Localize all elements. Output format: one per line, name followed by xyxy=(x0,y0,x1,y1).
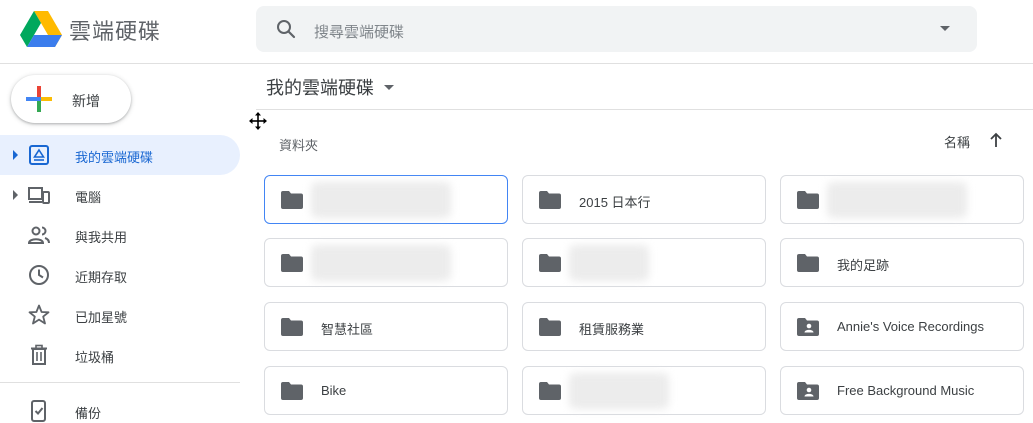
breadcrumb-chevron-down-icon[interactable] xyxy=(384,85,394,90)
folder-card[interactable] xyxy=(780,175,1024,224)
search-bar[interactable]: 搜尋雲端硬碟 xyxy=(256,6,977,52)
main-divider xyxy=(256,109,1033,110)
header-divider xyxy=(0,63,1033,64)
folder-card[interactable]: Bike xyxy=(264,366,508,415)
folder-card[interactable] xyxy=(522,366,766,415)
colored-plus-icon xyxy=(26,86,52,112)
folder-card[interactable] xyxy=(264,175,508,224)
expand-arrow-icon[interactable] xyxy=(13,190,18,200)
expand-arrow-icon[interactable] xyxy=(13,150,18,160)
computers-icon xyxy=(28,187,50,204)
backup-icon xyxy=(31,400,46,422)
sidebar-item-label: 我的雲端硬碟 xyxy=(75,150,154,165)
folder-card[interactable]: 2015 日本行 xyxy=(522,175,766,224)
move-cursor-icon xyxy=(249,112,267,130)
sort-by-name-button[interactable]: 名稱 xyxy=(944,132,970,151)
folder-icon xyxy=(539,318,561,336)
sidebar-item-label: 備份 xyxy=(75,406,102,421)
folder-card[interactable] xyxy=(522,238,766,287)
trash-icon xyxy=(31,344,47,365)
sidebar-item-backup[interactable]: 備份 xyxy=(0,391,240,423)
folder-card[interactable]: Free Background Music xyxy=(780,366,1024,415)
sidebar-item-label: 與我共用 xyxy=(75,230,128,245)
blurred-folder-name xyxy=(569,245,649,281)
sidebar-item-starred[interactable]: 已加星號 xyxy=(0,295,240,335)
sidebar-item-trash[interactable]: 垃圾桶 xyxy=(0,335,240,375)
star-icon xyxy=(28,304,50,325)
sidebar-item-label: 電腦 xyxy=(75,190,102,205)
folder-card[interactable]: 租賃服務業 xyxy=(522,302,766,351)
new-button-label: 新增 xyxy=(72,93,100,109)
folder-card[interactable]: 智慧社區 xyxy=(264,302,508,351)
sidebar-item-my-drive[interactable]: 我的雲端硬碟 xyxy=(0,135,240,175)
folder-icon xyxy=(539,191,561,209)
search-options-chevron-down-icon[interactable] xyxy=(940,26,950,31)
breadcrumb[interactable]: 我的雲端硬碟 xyxy=(266,74,374,100)
sidebar-item-label: 垃圾桶 xyxy=(75,350,115,365)
folder-name: Bike xyxy=(321,383,347,398)
folder-card[interactable]: Annie's Voice Recordings xyxy=(780,302,1024,351)
shared-people-icon xyxy=(28,226,50,244)
folder-icon xyxy=(281,382,303,400)
sort-ascending-arrow-icon[interactable] xyxy=(988,131,1004,149)
folder-name: Free Background Music xyxy=(837,383,975,398)
folder-icon xyxy=(281,318,303,336)
top-bar: 雲端硬碟 搜尋雲端硬碟 xyxy=(0,0,1033,64)
folder-name: 智慧社區 xyxy=(321,322,374,337)
folder-icon xyxy=(539,382,561,400)
app-title[interactable]: 雲端硬碟 xyxy=(69,14,161,46)
new-button[interactable]: 新增 xyxy=(11,75,131,123)
folder-icon xyxy=(797,191,819,209)
shared-folder-icon xyxy=(797,318,819,336)
search-input[interactable]: 搜尋雲端硬碟 xyxy=(314,21,404,42)
search-icon[interactable] xyxy=(276,19,296,39)
folder-name: Annie's Voice Recordings xyxy=(837,319,985,334)
blurred-folder-name xyxy=(569,373,669,409)
folder-card[interactable]: 我的足跡 xyxy=(780,238,1024,287)
sidebar-item-recent[interactable]: 近期存取 xyxy=(0,255,240,295)
folder-icon xyxy=(539,254,561,272)
folder-name: 2015 日本行 xyxy=(579,195,651,210)
clock-icon xyxy=(29,265,49,285)
folder-icon xyxy=(281,254,303,272)
blurred-folder-name xyxy=(311,245,451,281)
shared-folder-icon xyxy=(797,382,819,400)
folder-name: 租賃服務業 xyxy=(579,322,645,337)
sidebar-item-label: 已加星號 xyxy=(75,310,128,325)
blurred-folder-name xyxy=(311,182,451,218)
sidebar-item-shared-with-me[interactable]: 與我共用 xyxy=(0,215,240,255)
my-drive-icon xyxy=(29,145,49,165)
section-title-folders: 資料夾 xyxy=(279,138,319,153)
sidebar-divider xyxy=(0,382,240,383)
folder-card[interactable] xyxy=(264,238,508,287)
sidebar-item-label: 近期存取 xyxy=(75,270,128,285)
sidebar-item-computers[interactable]: 電腦 xyxy=(0,175,240,215)
blurred-folder-name xyxy=(827,182,967,218)
google-drive-logo-icon[interactable] xyxy=(20,11,62,47)
folder-icon xyxy=(797,254,819,272)
folder-name: 我的足跡 xyxy=(837,258,890,273)
folder-icon xyxy=(281,191,303,209)
